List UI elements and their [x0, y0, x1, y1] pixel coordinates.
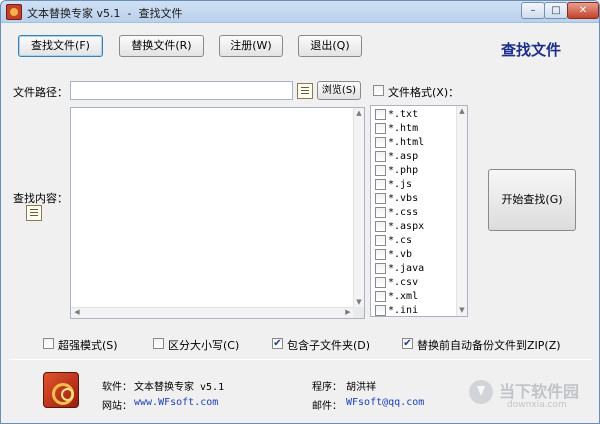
- replace-files-button[interactable]: 替换文件(R): [119, 35, 204, 57]
- file-type-checkbox[interactable]: [375, 249, 386, 260]
- exit-button[interactable]: 退出(Q): [298, 35, 362, 57]
- file-path-input[interactable]: [70, 81, 293, 100]
- file-format-label: 文件格式(X)：: [388, 86, 460, 99]
- download-arrow-icon: [469, 380, 493, 404]
- file-type-checkbox[interactable]: [375, 193, 386, 204]
- list-scroll-down-icon[interactable]: ▼: [457, 306, 467, 315]
- content-horizontal-scrollbar[interactable]: ◀ ▶: [71, 307, 354, 318]
- file-type-checkbox[interactable]: [375, 235, 386, 246]
- file-type-checkbox[interactable]: [375, 277, 386, 288]
- scroll-corner: [353, 307, 364, 318]
- include-subfolders-label: 包含子文件夹(D): [287, 339, 371, 352]
- file-type-label: *.php: [388, 165, 419, 176]
- register-button[interactable]: 注册(W): [219, 35, 283, 57]
- file-type-label: *.js: [388, 179, 413, 190]
- search-content-textarea[interactable]: ▲ ▼ ◀ ▶: [70, 107, 365, 319]
- file-type-checkbox[interactable]: [375, 221, 386, 232]
- app-window: 文本替换专家 v5.1 - 查找文件 – □ ✕ 查找文件(F) 替换文件(R)…: [0, 0, 600, 424]
- file-type-label: *.css: [388, 207, 419, 218]
- footer-divider: [9, 359, 592, 360]
- file-type-label: *.aspx: [388, 221, 425, 232]
- file-type-checkbox[interactable]: [375, 291, 386, 302]
- file-type-checkbox[interactable]: [375, 305, 386, 316]
- app-logo-icon: [43, 372, 79, 408]
- file-type-scrollbar[interactable]: ▲ ▼: [456, 106, 467, 316]
- list-scroll-up-icon[interactable]: ▲: [457, 107, 467, 116]
- scroll-up-arrow-icon[interactable]: ▲: [354, 109, 364, 118]
- search-content-label: 查找内容：: [13, 192, 68, 205]
- file-type-label: *.xml: [388, 291, 419, 302]
- website-link[interactable]: www.WFsoft.com: [134, 397, 218, 408]
- start-search-button[interactable]: 开始查找(G): [488, 169, 576, 231]
- minimize-button[interactable]: –: [521, 2, 545, 19]
- author-value: 胡洪祥: [346, 382, 376, 393]
- file-type-label: *.java: [388, 263, 425, 274]
- watermark-main: 当下软件园: [499, 382, 580, 401]
- maximize-button[interactable]: □: [544, 2, 568, 19]
- file-type-checkbox[interactable]: [375, 179, 386, 190]
- super-mode-label: 超强模式(S): [58, 339, 118, 352]
- file-type-label: *.htm: [388, 123, 419, 134]
- find-files-button[interactable]: 查找文件(F): [18, 35, 103, 57]
- app-icon: [6, 4, 22, 20]
- page-heading: 查找文件: [501, 41, 562, 59]
- file-type-label: *.txt: [388, 109, 419, 120]
- file-type-checkbox[interactable]: [375, 123, 386, 134]
- content-vertical-scrollbar[interactable]: ▲ ▼: [353, 108, 364, 308]
- case-sensitive-checkbox[interactable]: [153, 338, 164, 349]
- include-subfolders-checkbox[interactable]: ✔: [272, 338, 283, 349]
- email-link[interactable]: WFsoft@qq.com: [346, 397, 424, 408]
- file-type-checkbox[interactable]: [375, 109, 386, 120]
- file-type-checkbox[interactable]: [375, 263, 386, 274]
- backup-zip-label: 替换前自动备份文件到ZIP(Z): [417, 339, 561, 352]
- scroll-right-arrow-icon[interactable]: ▶: [343, 308, 353, 317]
- window-title: 文本替换专家 v5.1 - 查找文件: [27, 7, 183, 20]
- browse-button[interactable]: 浏览(S): [317, 81, 361, 100]
- file-type-label: *.ini: [388, 305, 419, 316]
- title-bar[interactable]: 文本替换专家 v5.1 - 查找文件 – □ ✕: [1, 1, 599, 23]
- file-type-label: *.csv: [388, 277, 419, 288]
- scroll-left-arrow-icon[interactable]: ◀: [72, 308, 82, 317]
- file-type-label: *.cs: [388, 235, 413, 246]
- case-sensitive-label: 区分大小写(C): [168, 339, 240, 352]
- file-type-label: *.vb: [388, 249, 413, 260]
- file-type-label: *.asp: [388, 151, 419, 162]
- watermark-sub: downxia.com: [507, 400, 567, 410]
- path-list-icon[interactable]: [297, 83, 313, 99]
- file-type-checkbox[interactable]: [375, 207, 386, 218]
- super-mode-checkbox[interactable]: [43, 338, 54, 349]
- website-label: 网站：: [102, 401, 132, 412]
- file-type-checkbox[interactable]: [375, 151, 386, 162]
- file-type-label: *.html: [388, 137, 425, 148]
- file-type-checkbox[interactable]: [375, 165, 386, 176]
- author-label: 程序：: [312, 382, 342, 393]
- file-type-list[interactable]: *.txt *.htm *.html *.asp *.php *.js *.vb…: [370, 105, 468, 317]
- close-button[interactable]: ✕: [567, 2, 599, 19]
- file-format-checkbox[interactable]: [373, 85, 384, 96]
- file-type-checkbox[interactable]: [375, 137, 386, 148]
- scroll-down-arrow-icon[interactable]: ▼: [354, 298, 364, 307]
- email-label: 邮件：: [312, 401, 342, 412]
- file-path-label: 文件路径：: [13, 86, 68, 99]
- backup-zip-checkbox[interactable]: ✔: [402, 338, 413, 349]
- software-value: 文本替换专家 v5.1: [134, 382, 225, 393]
- file-type-label: *.vbs: [388, 193, 419, 204]
- content-list-icon[interactable]: [26, 205, 42, 221]
- watermark: 当下软件园 downxia.com: [469, 378, 594, 418]
- software-label: 软件：: [102, 382, 132, 393]
